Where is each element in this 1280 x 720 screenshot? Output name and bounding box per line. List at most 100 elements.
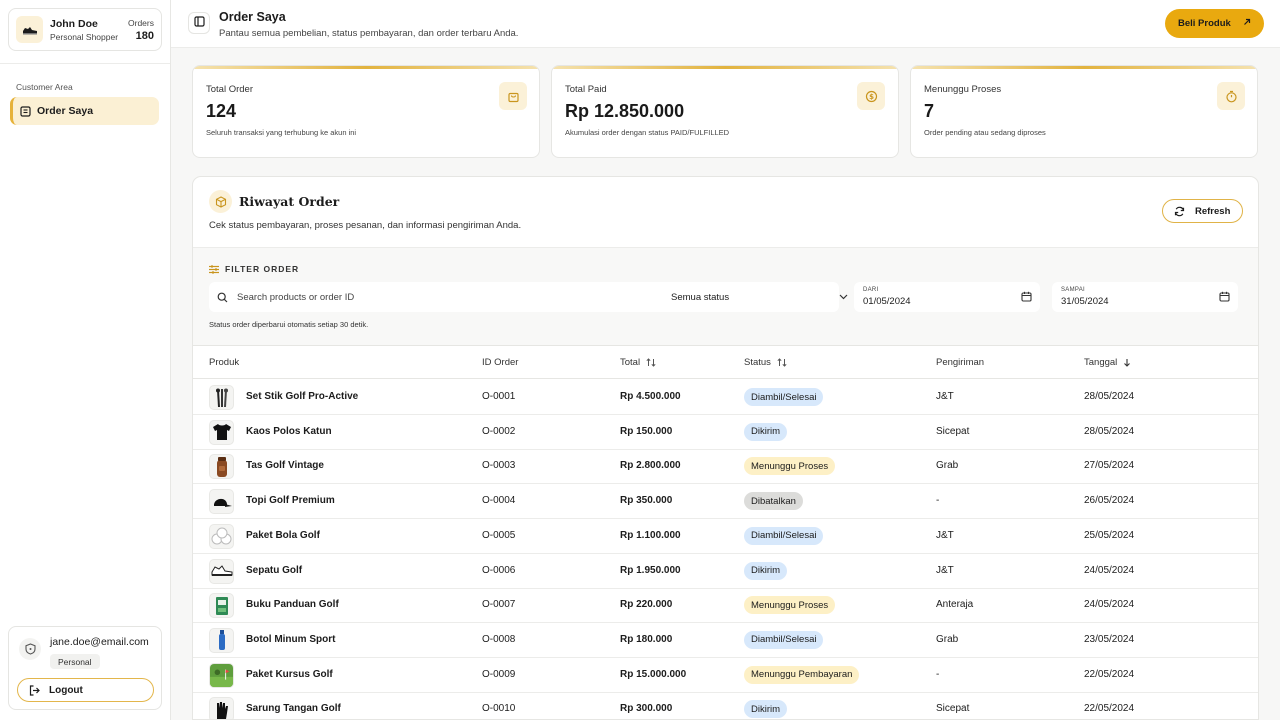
date-to-value: 31/05/2024 bbox=[1061, 296, 1109, 307]
table-row[interactable]: Kaos Polos Katun O-0002 Rp 150.000 Dikirim S… bbox=[193, 415, 1258, 450]
status-badge: Diambil/Selesai bbox=[744, 630, 824, 649]
sidebar-toggle-button[interactable] bbox=[188, 12, 210, 34]
table-header: Produk ID Order Total Status Pengiriman … bbox=[193, 347, 1258, 379]
sort-desc-icon bbox=[1123, 358, 1131, 367]
date-to-field[interactable]: SAMPAI 31/05/2024 bbox=[1052, 282, 1238, 312]
status-badge: Dibatalkan bbox=[744, 492, 803, 511]
column-header-shipping: Pengiriman bbox=[936, 357, 984, 368]
stat-label: Total Paid bbox=[565, 84, 607, 95]
order-id: O-0005 bbox=[482, 529, 516, 541]
buy-product-button[interactable]: Beli Produk bbox=[1165, 9, 1264, 38]
package-icon bbox=[209, 190, 232, 213]
shipping-courier: - bbox=[936, 668, 940, 680]
order-total: Rp 180.000 bbox=[620, 633, 673, 645]
table-row[interactable]: Sepatu Golf O-0006 Rp 1.950.000 Dikirim J&T 2… bbox=[193, 554, 1258, 589]
table-row[interactable]: Botol Minum Sport O-0008 Rp 180.000 Diambil… bbox=[193, 623, 1258, 658]
tshirt-icon bbox=[209, 419, 234, 445]
order-total: Rp 15.000.000 bbox=[620, 668, 687, 680]
calendar-icon bbox=[1021, 291, 1032, 302]
shoe-icon bbox=[209, 558, 234, 584]
table-row[interactable]: Sarung Tangan Golf O-0010 Rp 300.000 Dikiri… bbox=[193, 692, 1258, 719]
status-badge: Menunggu Proses bbox=[744, 457, 836, 476]
column-header-label: Pengiriman bbox=[936, 357, 985, 368]
column-header-label: Total bbox=[620, 357, 641, 368]
order-history-subtitle: Cek status pembayaran, proses pesanan, d… bbox=[209, 220, 522, 231]
sort-icon bbox=[777, 358, 787, 367]
order-total: Rp 220.000 bbox=[620, 599, 673, 611]
shopping-bag-icon bbox=[499, 82, 527, 110]
stat-description: Order pending atau sedang diproses bbox=[924, 128, 1046, 137]
column-header-total[interactable]: Total bbox=[620, 357, 656, 368]
table-row[interactable]: Topi Golf Premium O-0004 Rp 350.000 Dibatal… bbox=[193, 484, 1258, 520]
table-row[interactable]: Tas Golf Vintage O-0003 Rp 2.800.000 Menung… bbox=[193, 449, 1258, 485]
column-header-label: ID Order bbox=[482, 357, 519, 368]
order-total: Rp 150.000 bbox=[620, 425, 673, 437]
search-box: Semua status bbox=[209, 282, 848, 312]
user-card[interactable]: John Doe Personal Shopper Orders 180 bbox=[8, 8, 162, 51]
order-id: O-0003 bbox=[482, 460, 516, 472]
product-name: Topi Golf Premium bbox=[246, 495, 335, 507]
order-history-title: Riwayat Order bbox=[239, 194, 340, 209]
sidebar-item-order-saya[interactable]: Order Saya bbox=[10, 97, 159, 125]
column-header-date[interactable]: Tanggal bbox=[1084, 357, 1131, 368]
order-id: O-0006 bbox=[482, 564, 516, 576]
buy-product-label: Beli Produk bbox=[1178, 18, 1231, 29]
date-from-field[interactable]: DARI 01/05/2024 bbox=[854, 282, 1040, 312]
order-id: O-0010 bbox=[482, 703, 516, 715]
order-total: Rp 1.100.000 bbox=[620, 529, 681, 541]
golf-clubs-icon bbox=[209, 385, 234, 410]
order-date: 22/05/2024 bbox=[1084, 703, 1135, 715]
auto-update-note: Status order diperbarui otomatis setiap … bbox=[209, 320, 369, 329]
user-role: Personal Shopper bbox=[50, 31, 119, 42]
glove-icon bbox=[209, 697, 234, 719]
bottle-icon bbox=[209, 627, 234, 653]
account-email: jane.doe@email.com bbox=[50, 636, 149, 648]
coin-icon: $ bbox=[857, 82, 885, 110]
filter-title: FILTER ORDER bbox=[209, 264, 299, 274]
status-badge: Menunggu Proses bbox=[744, 596, 836, 615]
status-select[interactable]: Semua status bbox=[661, 282, 856, 312]
product-name: Sepatu Golf bbox=[246, 564, 303, 576]
table-row[interactable]: Paket Kursus Golf O-0009 Rp 15.000.000 Menu… bbox=[193, 658, 1258, 693]
order-id: O-0007 bbox=[482, 599, 516, 611]
logout-button[interactable]: Logout bbox=[17, 678, 154, 702]
refresh-label: Refresh bbox=[1195, 205, 1231, 217]
table-row[interactable]: Paket Bola Golf O-0005 Rp 1.100.000 Diambil… bbox=[193, 519, 1258, 554]
order-date: 28/05/2024 bbox=[1084, 391, 1135, 402]
product-name: Botol Minum Sport bbox=[246, 633, 336, 645]
order-date: 24/05/2024 bbox=[1084, 564, 1135, 576]
shoe-icon bbox=[16, 16, 43, 43]
order-date: 27/05/2024 bbox=[1084, 460, 1135, 472]
page-header: Order Saya Pantau semua pembelian, statu… bbox=[171, 0, 1280, 48]
table-row[interactable]: Set Stik Golf Pro-Active O-0001 Rp 4.500.0… bbox=[193, 380, 1258, 415]
product-name: Kaos Polos Katun bbox=[246, 425, 332, 437]
calendar-icon bbox=[1219, 291, 1230, 302]
svg-text:$: $ bbox=[869, 93, 874, 101]
orders-label: Orders bbox=[128, 17, 154, 28]
refresh-icon bbox=[1174, 206, 1185, 217]
column-header-status[interactable]: Status bbox=[744, 357, 787, 368]
refresh-button[interactable]: Refresh bbox=[1162, 199, 1243, 223]
timer-icon bbox=[1217, 82, 1245, 110]
column-header-label: Status bbox=[744, 357, 771, 368]
stat-label: Total Order bbox=[206, 84, 253, 95]
logout-label: Logout bbox=[49, 684, 83, 696]
product-name: Paket Kursus Golf bbox=[246, 668, 333, 680]
table-row[interactable]: Buku Panduan Golf O-0007 Rp 220.000 Menungg… bbox=[193, 588, 1258, 624]
search-input[interactable] bbox=[237, 291, 637, 303]
sidebar-section-label: Customer Area bbox=[16, 82, 73, 92]
order-date: 25/05/2024 bbox=[1084, 529, 1135, 541]
order-date: 26/05/2024 bbox=[1084, 495, 1135, 507]
account-type-badge: Personal bbox=[50, 654, 100, 669]
status-badge: Dikirim bbox=[744, 561, 788, 580]
status-badge: Menunggu Pembayaran bbox=[744, 665, 860, 684]
sidebar-item-label: Order Saya bbox=[37, 105, 94, 117]
filter-title-text: FILTER ORDER bbox=[225, 264, 300, 274]
book-icon bbox=[209, 593, 234, 619]
stat-card-pending: Menunggu Proses 7 Order pending atau sed… bbox=[910, 65, 1258, 158]
stat-card-total-paid: Total Paid Rp 12.850.000 Akumulasi order… bbox=[551, 65, 899, 158]
column-header-label: Produk bbox=[209, 357, 240, 368]
status-badge: Diambil/Selesai bbox=[744, 526, 824, 545]
page-title: Order Saya bbox=[219, 10, 286, 24]
search-icon bbox=[217, 292, 228, 303]
